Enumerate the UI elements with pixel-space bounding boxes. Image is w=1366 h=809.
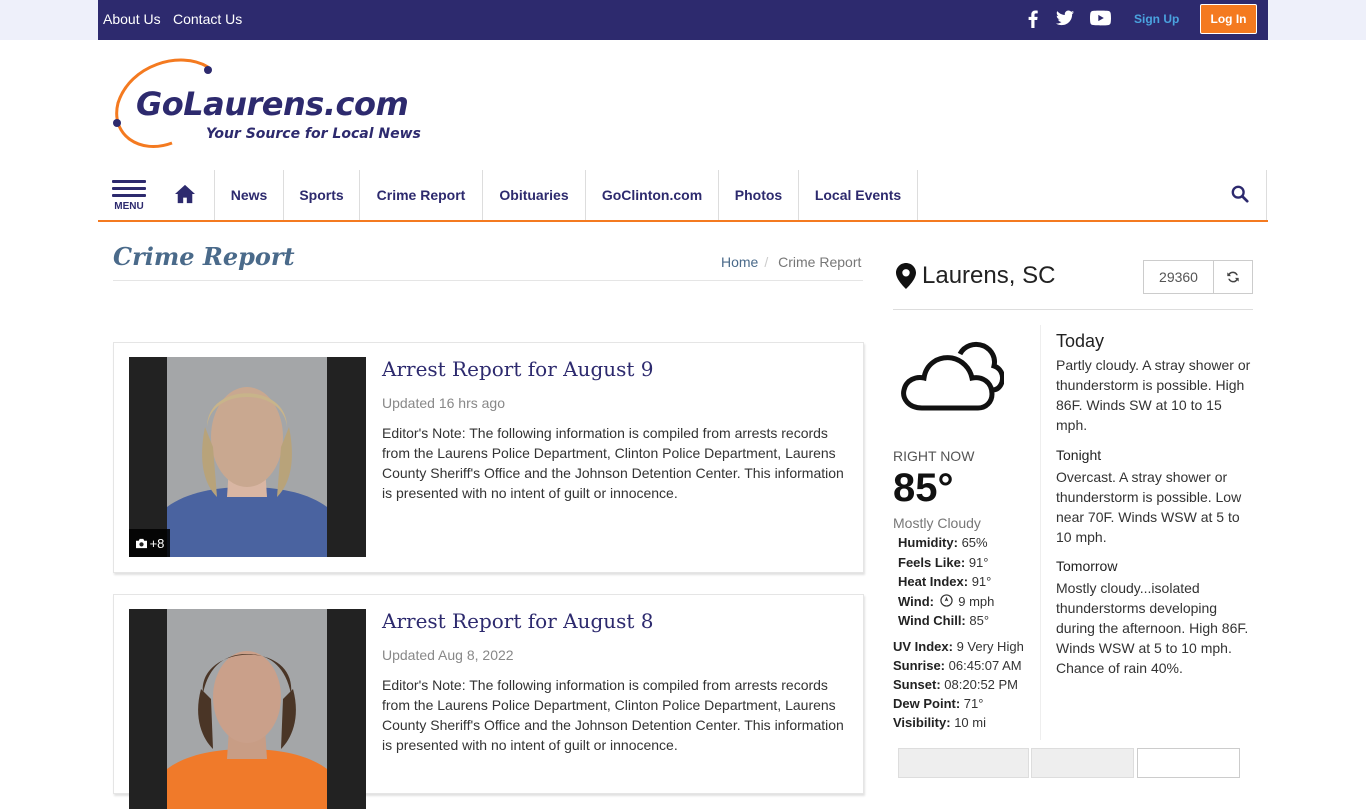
search-icon[interactable] bbox=[1231, 185, 1249, 208]
facebook-icon[interactable] bbox=[1028, 10, 1038, 33]
weather-location-name: Laurens, SC bbox=[922, 262, 1056, 289]
logo-tagline: Your Source for Local News bbox=[206, 126, 421, 142]
breadcrumb-current: Crime Report bbox=[778, 254, 862, 270]
zip-form: 29360 bbox=[1143, 260, 1253, 294]
main-nav: MENU News Sports Crime Report Obituaries… bbox=[98, 170, 1268, 222]
top-bar: About Us Contact Us Sign Up Log In bbox=[98, 0, 1268, 40]
nav-item-news[interactable]: News bbox=[214, 170, 283, 220]
forecast-period: Today bbox=[1056, 331, 1105, 351]
article-summary: Editor's Note: The following information… bbox=[382, 677, 844, 753]
weather-stats-extra: UV Index: 9 Very High Sunrise: 06:45:07 … bbox=[893, 639, 1024, 730]
article-summary: Editor's Note: The following information… bbox=[382, 425, 844, 501]
breadcrumb: Home / Crime Report bbox=[721, 254, 862, 270]
refresh-icon bbox=[1227, 271, 1239, 283]
site-logo[interactable]: GoLaurens.com Your Source for Local News bbox=[110, 55, 480, 155]
forecast-tonight: Tonight Overcast. A stray shower or thun… bbox=[1056, 445, 1256, 547]
forecast-text: Overcast. A stray shower or thunderstorm… bbox=[1056, 469, 1242, 545]
current-temperature: 85° bbox=[893, 466, 954, 510]
about-us-link[interactable]: About Us bbox=[103, 11, 161, 27]
weather-tab[interactable] bbox=[1137, 748, 1240, 778]
menu-button[interactable]: MENU bbox=[112, 180, 146, 212]
article-card[interactable]: Arrest Report for August 8 Updated Aug 8… bbox=[113, 594, 864, 809]
sign-up-link[interactable]: Sign Up bbox=[1134, 12, 1179, 26]
nav-item-photos[interactable]: Photos bbox=[718, 170, 798, 220]
weather-tab[interactable] bbox=[1031, 748, 1134, 778]
mugshot-image bbox=[167, 651, 327, 809]
article-updated: Updated 16 hrs ago bbox=[382, 395, 505, 411]
log-in-button[interactable]: Log In bbox=[1200, 4, 1257, 34]
cloud-icon bbox=[901, 341, 1004, 411]
forecast-today: Today Partly cloudy. A stray shower or t… bbox=[1056, 331, 1256, 435]
article-photo[interactable] bbox=[129, 609, 366, 809]
article-updated: Updated Aug 8, 2022 bbox=[382, 647, 514, 663]
contact-us-link[interactable]: Contact Us bbox=[173, 11, 242, 27]
youtube-icon[interactable] bbox=[1090, 10, 1111, 31]
weather-stats: Humidity: 65% Feels Like: 91° Heat Index… bbox=[898, 535, 995, 628]
article-title[interactable]: Arrest Report for August 8 bbox=[382, 609, 654, 633]
article-photo[interactable]: +8 bbox=[129, 357, 366, 557]
title-divider bbox=[113, 280, 863, 281]
mugshot-image bbox=[167, 387, 327, 557]
forecast-period: Tomorrow bbox=[1056, 558, 1118, 574]
forecast-period: Tonight bbox=[1056, 447, 1102, 463]
wind-direction-icon bbox=[939, 593, 953, 607]
nav-item-local-events[interactable]: Local Events bbox=[798, 170, 918, 220]
menu-label: MENU bbox=[114, 201, 144, 212]
zip-input[interactable]: 29360 bbox=[1144, 261, 1214, 293]
weather-tab[interactable] bbox=[898, 748, 1029, 778]
hamburger-icon bbox=[112, 180, 146, 197]
weather-column-divider bbox=[1040, 325, 1041, 740]
logo-wordmark: GoLaurens.com bbox=[136, 85, 409, 123]
forecast-text: Partly cloudy. A stray shower or thunder… bbox=[1056, 357, 1251, 433]
right-now-label: RIGHT NOW bbox=[893, 448, 975, 464]
photo-count-badge[interactable]: +8 bbox=[129, 529, 170, 557]
nav-item-sports[interactable]: Sports bbox=[283, 170, 359, 220]
page-title: Crime Report bbox=[113, 242, 295, 271]
breadcrumb-home[interactable]: Home bbox=[721, 254, 758, 270]
forecast-tomorrow: Tomorrow Mostly cloudy...isolated thunde… bbox=[1056, 556, 1256, 678]
article-title[interactable]: Arrest Report for August 9 bbox=[382, 357, 654, 381]
nav-item-obituaries[interactable]: Obituaries bbox=[482, 170, 585, 220]
weather-location: Laurens, SC bbox=[896, 262, 1055, 290]
nav-item-crime-report[interactable]: Crime Report bbox=[359, 170, 482, 220]
map-pin-icon bbox=[896, 263, 916, 289]
twitter-icon[interactable] bbox=[1056, 10, 1074, 31]
refresh-button[interactable] bbox=[1214, 261, 1252, 293]
article-card[interactable]: +8 Arrest Report for August 9 Updated 16… bbox=[113, 342, 864, 573]
camera-icon bbox=[135, 538, 147, 548]
current-condition: Mostly Cloudy bbox=[893, 515, 981, 531]
nav-divider bbox=[1266, 170, 1267, 220]
weather-divider bbox=[893, 309, 1253, 310]
forecast-text: Mostly cloudy...isolated thunderstorms d… bbox=[1056, 580, 1249, 676]
home-icon[interactable] bbox=[174, 184, 196, 209]
nav-item-goclinton[interactable]: GoClinton.com bbox=[585, 170, 718, 220]
